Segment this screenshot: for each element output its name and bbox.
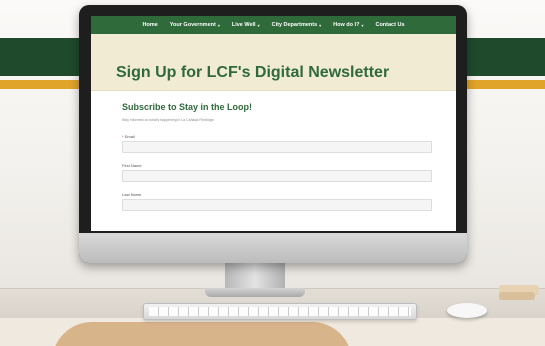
main-nav: Home Your Government ▾ Live Well ▾ City …	[91, 16, 456, 34]
monitor-stand-foot	[205, 288, 305, 297]
nav-contact-us-label: Contact Us	[375, 22, 405, 28]
form-title: Subscribe to Stay in the Loop!	[122, 102, 253, 112]
desk-scene: Home Your Government ▾ Live Well ▾ City …	[0, 0, 545, 346]
form-subtitle: Stay informed on what's happening in La …	[122, 118, 215, 122]
nav-how-do-i-label: How do I?	[333, 22, 360, 28]
keyboard	[143, 303, 417, 320]
last-name-label: Last Name	[122, 192, 142, 197]
signup-form: Subscribe to Stay in the Loop! Stay info…	[91, 91, 456, 231]
mouse	[447, 303, 487, 318]
nav-how-do-i[interactable]: How do I? ▾	[333, 22, 363, 28]
nav-home[interactable]: Home	[143, 22, 158, 28]
desk-decor-2	[499, 292, 535, 300]
monitor-screen: Home Your Government ▾ Live Well ▾ City …	[91, 16, 456, 231]
nav-live-well[interactable]: Live Well ▾	[232, 22, 260, 28]
nav-city-departments-label: City Departments	[271, 22, 318, 28]
nav-home-label: Home	[142, 22, 158, 28]
last-name-field[interactable]	[122, 199, 432, 211]
first-name-label: First Name	[122, 163, 142, 168]
nav-contact-us[interactable]: Contact Us	[375, 22, 404, 28]
page-title: Sign Up for LCF's Digital Newsletter	[116, 64, 390, 81]
page-hero: Sign Up for LCF's Digital Newsletter	[91, 34, 456, 91]
chevron-down-icon: ▾	[361, 22, 364, 28]
required-marker: *	[122, 134, 124, 139]
nav-your-government[interactable]: Your Government ▾	[170, 22, 220, 28]
chevron-down-icon: ▾	[257, 22, 260, 28]
nav-city-departments[interactable]: City Departments ▾	[272, 22, 322, 28]
chevron-down-icon: ▾	[319, 22, 322, 28]
nav-your-government-label: Your Government	[169, 22, 216, 28]
email-field[interactable]	[122, 141, 432, 153]
nav-live-well-label: Live Well	[231, 22, 256, 28]
email-label-text: Email	[124, 134, 135, 139]
email-label: * Email	[122, 134, 135, 139]
monitor-chin	[79, 233, 467, 263]
chair-back	[52, 322, 352, 346]
first-name-field[interactable]	[122, 170, 432, 182]
chevron-down-icon: ▾	[217, 22, 220, 28]
